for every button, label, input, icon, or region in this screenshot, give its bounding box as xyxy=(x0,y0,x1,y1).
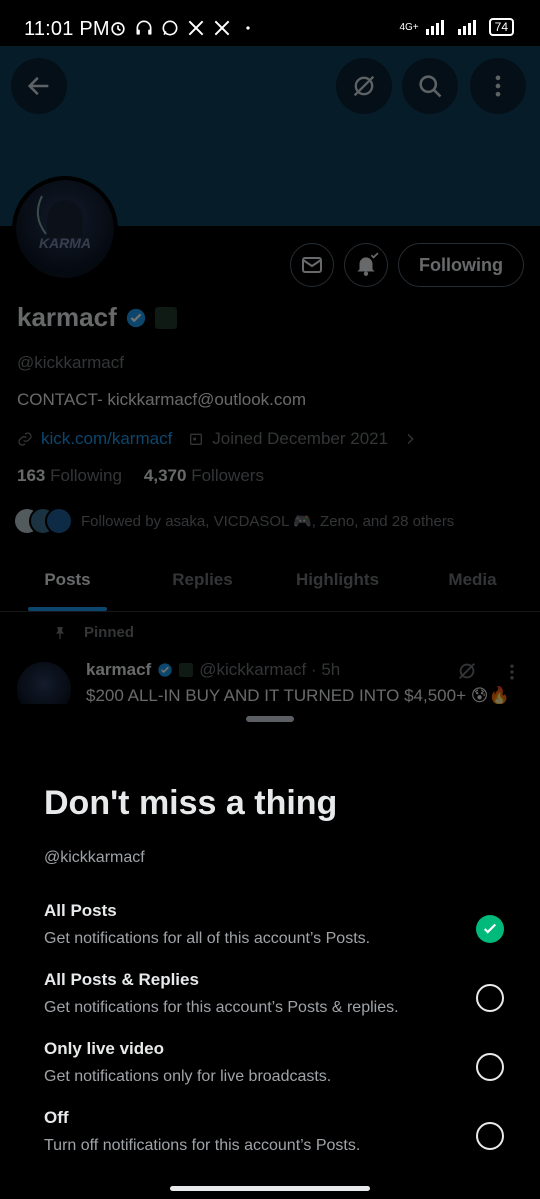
radio-unselected[interactable] xyxy=(476,1122,504,1150)
option-off[interactable]: Off Turn off notifications for this acco… xyxy=(44,1108,504,1155)
grok-button[interactable] xyxy=(336,58,392,114)
profile-name: karmacf xyxy=(17,302,117,332)
followed-by-text: Followed by asaka, VICDASOL 🎮, Zeno, and… xyxy=(81,513,455,530)
post-header: karmacf @kickkarmacf · 5h xyxy=(86,660,340,680)
option-title: All Posts & Replies xyxy=(44,970,199,989)
option-title: Off xyxy=(44,1108,69,1127)
status-right: 4G+ 74 xyxy=(399,18,514,36)
calendar-icon xyxy=(190,433,203,445)
following-link[interactable]: 163 Following xyxy=(17,466,122,486)
search-button[interactable] xyxy=(402,58,458,114)
tab-posts[interactable]: Posts xyxy=(0,558,135,611)
option-description: Get notifications only for live broadcas… xyxy=(44,1068,332,1085)
profile-meta: kick.com/karmacf Joined December 2021 xyxy=(17,429,418,449)
radio-unselected[interactable] xyxy=(476,1053,504,1081)
option-description: Get notifications for this account’s Pos… xyxy=(44,999,399,1016)
following-button[interactable]: Following xyxy=(398,243,524,287)
mail-icon xyxy=(302,257,323,273)
notification-settings-sheet: Don't miss a thing @kickkarmacf All Post… xyxy=(0,704,540,1199)
more-vertical-icon xyxy=(495,75,501,97)
avatar-image: KARMA xyxy=(16,180,114,278)
grok-icon xyxy=(353,75,375,97)
avatar xyxy=(45,507,73,535)
verified-badge-icon xyxy=(126,308,145,327)
notifications-button[interactable] xyxy=(344,243,389,287)
joined-date: Joined December 2021 xyxy=(212,429,389,448)
profile-bio: CONTACT- kickkarmacf@outlook.com xyxy=(17,390,306,409)
grok-icon[interactable] xyxy=(456,660,478,682)
signal-icon-2 xyxy=(457,20,476,35)
bell-check-icon xyxy=(357,252,379,276)
signal-icon xyxy=(425,20,444,35)
option-title: Only live video xyxy=(44,1039,164,1058)
profile-link[interactable]: kick.com/karmacf xyxy=(41,429,172,449)
sheet-handle: @kickkarmacf xyxy=(44,849,145,866)
x-logo-icon-2 xyxy=(214,20,230,36)
follow-stats: 163 Following 4,370 Followers xyxy=(17,466,264,486)
follower-avatars xyxy=(13,507,73,535)
check-icon xyxy=(483,923,497,934)
sheet-title: Don't miss a thing xyxy=(44,784,338,822)
status-bar: 11:01 PM 4G+ 74 xyxy=(0,0,540,46)
headphones-icon xyxy=(136,20,152,35)
dot-icon xyxy=(246,26,250,30)
followed-by[interactable]: Followed by asaka, VICDASOL 🎮, Zeno, and… xyxy=(13,507,454,535)
followers-link[interactable]: 4,370 Followers xyxy=(144,466,264,486)
radio-unselected[interactable] xyxy=(476,984,504,1012)
more-button[interactable] xyxy=(470,58,526,114)
profile-tabs: Posts Replies Highlights Media xyxy=(0,558,540,612)
svg-text:KARMA: KARMA xyxy=(39,235,91,251)
tab-media[interactable]: Media xyxy=(405,558,540,611)
option-only-live-video[interactable]: Only live video Get notifications only f… xyxy=(44,1039,504,1086)
more-vertical-icon[interactable] xyxy=(502,662,522,682)
option-all-posts[interactable]: All Posts Get notifications for all of t… xyxy=(44,901,504,948)
tab-replies[interactable]: Replies xyxy=(135,558,270,611)
option-description: Turn off notifications for this account’… xyxy=(44,1137,361,1154)
arrow-left-icon xyxy=(27,76,49,96)
pin-icon xyxy=(56,626,64,639)
profile-name-row: karmacf xyxy=(17,302,177,333)
whatsapp-icon xyxy=(162,20,178,36)
option-all-posts-replies[interactable]: All Posts & Replies Get notifications fo… xyxy=(44,970,504,1017)
post-handle-time: @kickkarmacf · 5h xyxy=(199,660,341,679)
post-text: $200 ALL-IN BUY AND IT TURNED INTO $4,50… xyxy=(86,686,510,705)
option-title: All Posts xyxy=(44,901,117,920)
post-author-name[interactable]: karmacf xyxy=(86,660,151,680)
verified-badge-icon xyxy=(158,663,172,677)
option-description: Get notifications for all of this accoun… xyxy=(44,930,371,947)
pinned-label: Pinned xyxy=(84,624,135,641)
alarm-icon xyxy=(111,22,125,36)
profile-actions: Following xyxy=(290,243,524,287)
tab-highlights[interactable]: Highlights xyxy=(270,558,405,611)
message-button[interactable] xyxy=(290,243,335,287)
back-button[interactable] xyxy=(11,58,67,114)
affiliate-badge-icon xyxy=(179,663,194,677)
pinned-indicator: Pinned xyxy=(52,624,134,641)
affiliate-badge-icon xyxy=(154,306,177,329)
link-icon xyxy=(18,432,32,446)
notification-icons xyxy=(108,18,258,38)
reaper-logo-icon: KARMA xyxy=(36,195,91,251)
profile-avatar[interactable]: KARMA xyxy=(12,176,118,282)
chevron-right-icon[interactable] xyxy=(402,431,418,447)
battery-indicator: 74 xyxy=(488,18,514,36)
sheet-grabber[interactable] xyxy=(246,716,294,722)
status-time: 11:01 PM xyxy=(24,18,110,40)
radio-selected[interactable] xyxy=(476,915,504,943)
profile-handle: @kickkarmacf xyxy=(17,353,124,372)
network-type: 4G+ xyxy=(399,21,419,33)
search-icon xyxy=(419,75,442,98)
x-logo-icon xyxy=(188,20,204,36)
home-indicator[interactable] xyxy=(170,1186,370,1191)
